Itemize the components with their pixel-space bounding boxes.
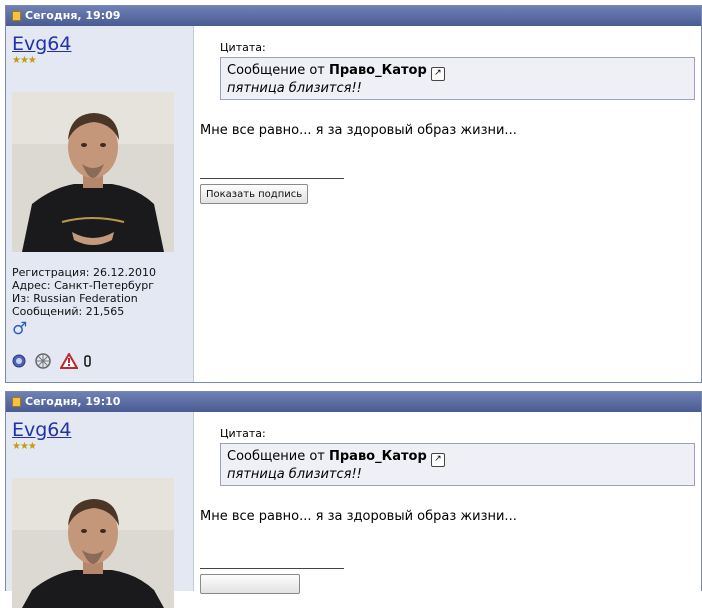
- message-count: Сообщений: 21,565: [12, 305, 125, 318]
- quote-label: Цитата:: [220, 41, 266, 54]
- post-icon: [12, 397, 21, 407]
- username-link[interactable]: Evg64: [12, 419, 72, 441]
- post-header: Сегодня, 19:09: [6, 6, 701, 26]
- quote-text: пятница близится!!: [227, 81, 362, 96]
- post-message: Мне все равно... я за здоровый образ жиз…: [200, 123, 517, 138]
- quote-box: Сообщение от Право_Катор ↗ пятница близи…: [220, 57, 695, 100]
- quote-author: Право_Катор: [329, 63, 427, 78]
- post-timestamp: Сегодня, 19:09: [25, 9, 121, 22]
- show-signature-button[interactable]: Показать подпись: [200, 184, 309, 204]
- quote-prefix: Сообщение от: [227, 63, 325, 78]
- user-address: Адрес: Санкт-Петербург: [12, 279, 155, 292]
- show-signature-button[interactable]: [200, 574, 300, 594]
- male-gender-icon: ♂: [12, 319, 28, 339]
- post-message: Мне все равно... я за здоровый образ жиз…: [200, 509, 517, 524]
- post-content: Цитата: Сообщение от Право_Катор ↗ пятни…: [194, 26, 701, 382]
- signature-divider: [200, 178, 344, 179]
- post-icon: [12, 11, 21, 21]
- quote-label: Цитата:: [220, 427, 266, 440]
- view-post-icon[interactable]: ↗: [430, 453, 445, 467]
- rank-stars: ★★★: [12, 55, 37, 66]
- forum-post: Сегодня, 19:10 Evg64 ★★★ Цитата: Сообщен…: [5, 391, 702, 608]
- user-info-panel: Evg64 ★★★ Регистрация: 26.12.2010 Адрес:…: [6, 26, 194, 382]
- quote-author: Право_Катор: [329, 449, 427, 464]
- registration-date: Регистрация: 26.12.2010: [12, 266, 156, 279]
- view-post-icon[interactable]: ↗: [430, 67, 445, 81]
- quote-box: Сообщение от Право_Катор ↗ пятница близи…: [220, 443, 695, 486]
- reputation-icon[interactable]: [32, 352, 54, 373]
- username-link[interactable]: Evg64: [12, 33, 72, 55]
- avatar: [12, 92, 174, 252]
- user-info-panel: Evg64 ★★★: [6, 412, 194, 608]
- online-status-icon[interactable]: [12, 354, 26, 371]
- signature-divider: [200, 568, 344, 569]
- quote-text: пятница близится!!: [227, 467, 362, 482]
- user-badges: [12, 351, 92, 373]
- post-timestamp: Сегодня, 19:10: [25, 395, 121, 408]
- post-header: Сегодня, 19:10: [6, 392, 701, 412]
- forum-post: Сегодня, 19:09 Evg64 ★★★ Регистрация: 26…: [5, 5, 702, 383]
- attachment-icon: [84, 354, 92, 371]
- quote-prefix: Сообщение от: [227, 449, 325, 464]
- user-country: Из: Russian Federation: [12, 292, 138, 305]
- user-meta: Регистрация: 26.12.2010 Адрес: Санкт-Пет…: [12, 266, 156, 318]
- avatar: [12, 478, 174, 608]
- rank-stars: ★★★: [12, 441, 37, 452]
- report-post-icon[interactable]: [59, 351, 79, 372]
- post-content: Цитата: Сообщение от Право_Катор ↗ пятни…: [194, 412, 701, 594]
